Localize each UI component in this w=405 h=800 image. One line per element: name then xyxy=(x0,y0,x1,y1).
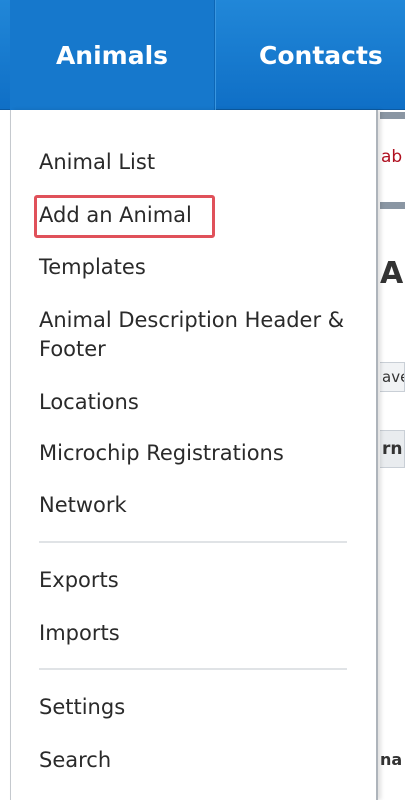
top-navbar: Animals Contacts xyxy=(0,0,405,110)
menu-item-microchip-registrations[interactable]: Microchip Registrations xyxy=(39,439,284,468)
highlight-box xyxy=(34,195,215,238)
menu-item-animal-list[interactable]: Animal List xyxy=(39,148,155,177)
nav-divider xyxy=(214,0,216,110)
menu-item-search[interactable]: Search xyxy=(39,746,111,775)
background-heading-fragment: Ar xyxy=(380,256,405,291)
background-divider-bar xyxy=(380,202,405,209)
app-screen: Animals Contacts ab Ar ave rn na Animal … xyxy=(0,0,405,800)
nav-tab-contacts[interactable]: Contacts xyxy=(217,0,405,110)
menu-item-network[interactable]: Network xyxy=(39,491,127,520)
menu-item-templates[interactable]: Templates xyxy=(39,253,146,282)
menu-item-imports[interactable]: Imports xyxy=(39,619,120,648)
menu-item-locations[interactable]: Locations xyxy=(39,388,139,417)
nav-tab-animals[interactable]: Animals xyxy=(10,0,214,110)
background-text-fragment: na xyxy=(380,750,403,769)
menu-item-exports[interactable]: Exports xyxy=(39,566,119,595)
menu-separator xyxy=(39,541,347,543)
menu-item-animal-description-header-footer[interactable]: Animal Description Header & Footer xyxy=(39,306,359,364)
menu-separator xyxy=(39,668,347,670)
nav-tab-contacts-label: Contacts xyxy=(259,40,383,70)
menu-item-settings[interactable]: Settings xyxy=(39,693,125,722)
background-page-content: ab Ar ave rn na xyxy=(380,110,405,800)
background-button-fragment[interactable]: ave xyxy=(380,362,405,392)
background-link-fragment[interactable]: ab xyxy=(381,147,402,167)
background-section-fragment: rn xyxy=(380,430,405,468)
background-divider-bar xyxy=(380,112,405,119)
nav-tab-animals-label: Animals xyxy=(55,40,169,70)
